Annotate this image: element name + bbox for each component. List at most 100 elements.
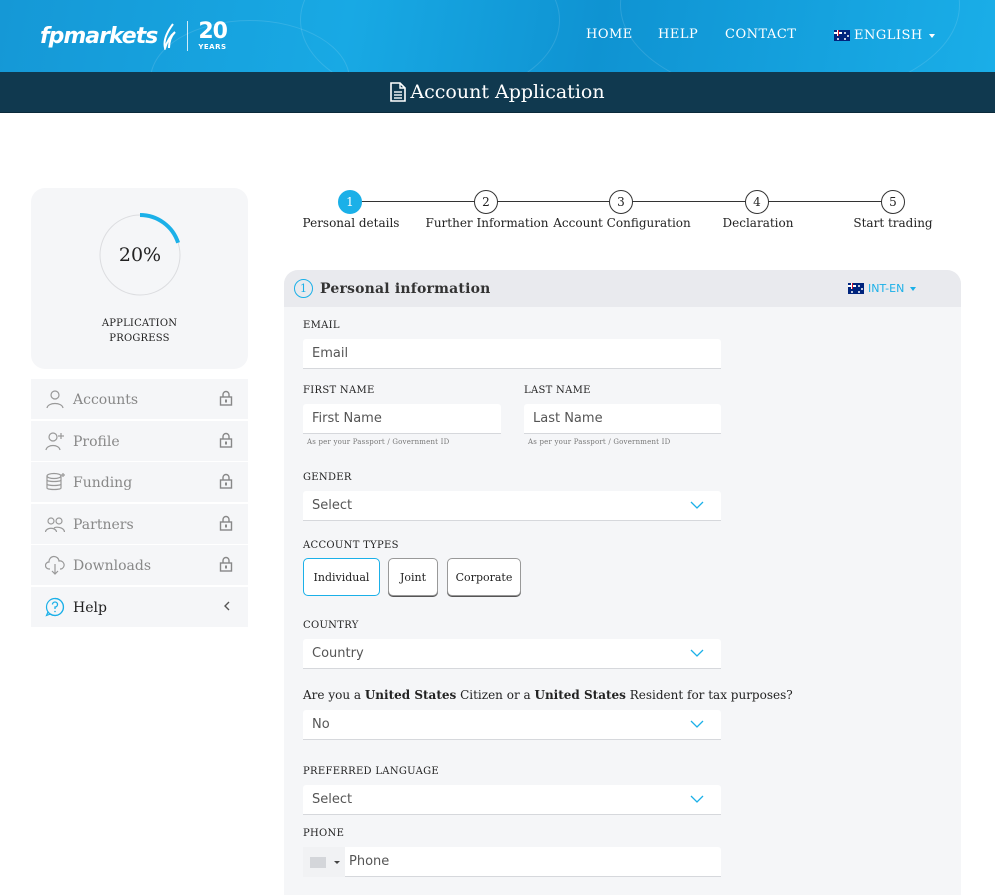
step-3-label: Account Configuration xyxy=(553,216,691,230)
region-language-selector[interactable]: INT-EN xyxy=(848,282,917,295)
us-tax-question: Are you a United States Citizen or a Uni… xyxy=(303,688,793,702)
user-icon xyxy=(46,390,64,409)
gender-select-value: Select xyxy=(312,498,353,513)
site-header: fpmarkets 20 YEARS HOME HELP CONTACT ENG… xyxy=(0,0,995,72)
step-1-label: Personal details xyxy=(302,216,400,230)
step-3-circle[interactable]: 3 xyxy=(609,190,633,214)
sidebar-item-accounts[interactable]: Accounts xyxy=(31,379,248,419)
last-name-field[interactable]: Last Name xyxy=(524,404,721,434)
section-title: Personal information xyxy=(320,281,491,297)
sidebar-menu: Accounts Profile Funding Partners Downlo… xyxy=(31,379,248,628)
sidebar-item-downloads[interactable]: Downloads xyxy=(31,545,248,585)
user-plus-icon xyxy=(45,431,64,450)
logo-text: fpmarkets xyxy=(40,23,158,49)
logo-swoosh-icon xyxy=(163,23,177,50)
phone-country-code-selector[interactable] xyxy=(303,847,345,877)
nav-contact-link[interactable]: CONTACT xyxy=(725,27,796,42)
caret-down-icon xyxy=(910,286,917,291)
sidebar-item-label: Accounts xyxy=(73,392,139,408)
us-question-emphasis-2: United States xyxy=(534,688,626,702)
country-label: COUNTRY xyxy=(303,620,359,631)
account-type-corporate-button[interactable]: Corporate xyxy=(447,558,521,596)
step-4-circle[interactable]: 4 xyxy=(745,190,769,214)
partners-icon xyxy=(45,516,65,532)
step-2-label: Further Information xyxy=(425,216,549,230)
sidebar-item-partners[interactable]: Partners xyxy=(31,503,248,544)
language-label: ENGLISH xyxy=(854,28,923,43)
chevron-left-icon xyxy=(224,601,230,610)
progress-label: APPLICATION PROGRESS xyxy=(31,316,248,346)
sidebar-item-label: Help xyxy=(73,599,107,616)
sidebar-item-label: Profile xyxy=(73,433,120,450)
lock-icon xyxy=(219,473,233,489)
chevron-down-icon xyxy=(690,720,704,728)
sidebar-item-help[interactable]: Help xyxy=(31,586,248,627)
progress-percent: 20% xyxy=(118,244,162,266)
nav-help-link[interactable]: HELP xyxy=(658,27,698,42)
preferred-language-select-value: Select xyxy=(312,792,353,807)
logo-years-number: 20 xyxy=(198,19,228,44)
country-select[interactable]: Country xyxy=(303,639,721,669)
us-question-part2: Citizen or a xyxy=(456,688,535,702)
cloud-download-icon xyxy=(45,555,65,575)
chevron-down-icon xyxy=(690,501,704,509)
question-icon xyxy=(45,597,65,617)
country-select-value: Country xyxy=(312,646,364,661)
sidebar-item-label: Funding xyxy=(73,475,133,491)
language-selector[interactable]: ENGLISH xyxy=(834,28,935,43)
region-language-label: INT-EN xyxy=(868,282,905,295)
gender-label: GENDER xyxy=(303,472,352,483)
lock-icon xyxy=(219,556,233,572)
gender-select[interactable]: Select xyxy=(303,491,721,521)
first-name-label: FIRST NAME xyxy=(303,385,375,396)
sidebar-item-label: Partners xyxy=(73,516,134,533)
lock-icon xyxy=(219,515,233,531)
section-number-badge: 1 xyxy=(294,279,313,298)
sidebar-item-funding[interactable]: Funding xyxy=(31,462,248,502)
preferred-language-select[interactable]: Select xyxy=(303,785,721,815)
panel-header: 1 Personal information INT-EN xyxy=(284,270,961,307)
us-tax-select[interactable]: No xyxy=(303,710,721,740)
last-name-hint: As per your Passport / Government ID xyxy=(528,438,671,446)
account-type-joint-button[interactable]: Joint xyxy=(388,558,438,596)
step-1-circle[interactable]: 1 xyxy=(338,190,362,214)
chevron-down-icon xyxy=(690,795,704,803)
chevron-down-icon xyxy=(690,649,704,657)
us-question-emphasis-1: United States xyxy=(364,688,457,702)
us-question-part1: Are you a xyxy=(303,688,365,702)
us-question-part3: Resident for tax purposes? xyxy=(625,688,793,702)
step-4-label: Declaration xyxy=(722,216,794,230)
lock-icon xyxy=(219,432,233,448)
progress-label-line1: APPLICATION xyxy=(101,318,178,329)
sidebar-item-label: Downloads xyxy=(73,558,152,574)
caret-down-icon xyxy=(334,861,340,864)
account-types-label: ACCOUNT TYPES xyxy=(303,540,399,551)
progress-label-line2: PROGRESS xyxy=(109,333,170,344)
email-label: EMAIL xyxy=(303,320,340,331)
page-title: Account Application xyxy=(410,81,605,103)
email-field[interactable]: Email xyxy=(303,339,721,369)
australia-flag-icon xyxy=(834,30,850,41)
phone-field[interactable]: Phone xyxy=(303,847,721,877)
step-2-circle[interactable]: 2 xyxy=(474,190,498,214)
step-5-circle[interactable]: 5 xyxy=(881,190,905,214)
application-progress-card: 20% APPLICATION PROGRESS xyxy=(31,188,248,369)
phone-label: PHONE xyxy=(303,828,345,839)
australia-flag-icon xyxy=(848,283,864,294)
first-name-field[interactable]: First Name xyxy=(303,404,501,434)
personal-information-panel: 1 Personal information INT-EN EMAIL Emai… xyxy=(284,270,961,895)
country-flag-placeholder-icon xyxy=(310,857,326,868)
nav-home-link[interactable]: HOME xyxy=(586,27,633,42)
lock-icon xyxy=(219,390,233,406)
preferred-language-label: PREFERRED LANGUAGE xyxy=(303,766,439,777)
fpmarkets-logo[interactable]: fpmarkets 20 YEARS xyxy=(40,18,228,54)
sidebar-item-profile[interactable]: Profile xyxy=(31,420,248,461)
page-title-bar: Account Application xyxy=(0,72,995,113)
logo-anniversary: 20 YEARS xyxy=(198,19,228,51)
phone-placeholder: Phone xyxy=(349,854,390,869)
caret-down-icon xyxy=(928,33,935,38)
application-stepper: 1 Personal details 2 Further Information… xyxy=(300,188,940,238)
document-icon xyxy=(390,82,407,102)
account-type-individual-button[interactable]: Individual xyxy=(303,558,380,596)
last-name-label: LAST NAME xyxy=(524,385,591,396)
